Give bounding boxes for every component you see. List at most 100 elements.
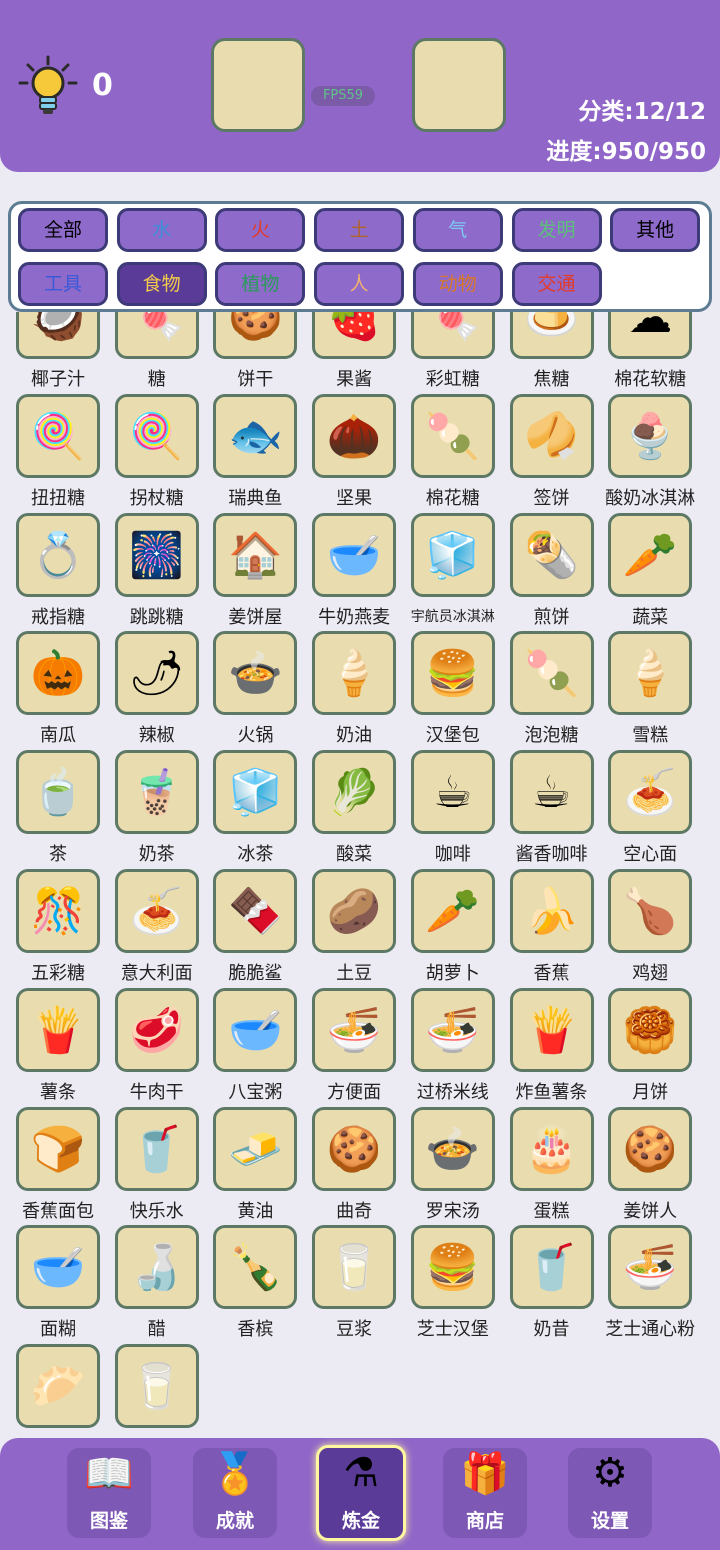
element-item[interactable]: 🍪 饼干 [212, 312, 311, 393]
element-item[interactable]: 🍾 香槟 [212, 1225, 311, 1343]
element-item[interactable]: 🥟饺子 [15, 1344, 114, 1434]
combine-slot-left[interactable] [211, 38, 305, 132]
element-item[interactable]: ☕ 酱香咖啡 [509, 750, 608, 868]
filter-chip-4[interactable]: 气 [412, 208, 503, 252]
element-item[interactable]: 🍞 香蕉面包 [15, 1106, 114, 1225]
element-item[interactable]: 🍜 芝士通心粉 [605, 1225, 706, 1343]
element-label: 豆浆 [336, 1319, 373, 1341]
element-item[interactable]: ☕ 咖啡 [410, 750, 509, 868]
element-item[interactable]: 🍡 棉花糖 [410, 393, 509, 512]
filter-chip-11[interactable]: 动物 [412, 262, 503, 306]
filter-chip-7[interactable]: 工具 [18, 262, 108, 306]
element-item[interactable]: 🍭 扭扭糖 [15, 393, 114, 512]
element-item[interactable]: 🍟 薯条 [15, 987, 114, 1106]
element-item[interactable]: 🍟 炸鱼薯条 [509, 987, 608, 1106]
element-item[interactable]: 🎃 南瓜 [15, 631, 114, 749]
nav-button-book[interactable]: 📖 图鉴 [67, 1448, 151, 1538]
element-item[interactable]: 🍜 过桥米线 [410, 987, 509, 1106]
element-item[interactable]: 🥮 月饼 [607, 987, 706, 1106]
swedish-fish-icon: 🐟 [213, 393, 298, 478]
filter-chip-12[interactable]: 交通 [511, 262, 602, 306]
element-item[interactable]: 🍗 鸡翅 [607, 869, 706, 987]
filter-chip-8[interactable]: 食物 [116, 262, 207, 306]
element-item[interactable]: 🍵 茶 [15, 750, 114, 868]
element-item[interactable]: 🍮 焦糖 [509, 312, 608, 393]
dumplings-icon: 🥟 [16, 1344, 100, 1429]
filter-chip-2[interactable]: 火 [215, 208, 306, 252]
bottom-nav: 📖 图鉴 🏅 成就 ⚗ 炼金 🎁 商店 ⚙ 设置 [0, 1438, 720, 1550]
element-item[interactable]: 🧈 黄油 [212, 1106, 311, 1225]
element-item[interactable]: 🍭 拐杖糖 [114, 393, 213, 512]
element-item[interactable]: 🥤 快乐水 [114, 1106, 213, 1225]
filter-chip-6[interactable]: 其他 [610, 208, 701, 252]
element-item[interactable]: 🍪 曲奇 [311, 1106, 410, 1225]
element-label: 汉堡包 [425, 725, 480, 747]
element-item[interactable]: 🍫 脆脆鲨 [212, 869, 311, 987]
nav-button-medal[interactable]: 🏅 成就 [193, 1448, 277, 1538]
element-item[interactable]: 🍶 醋 [114, 1225, 213, 1343]
element-item[interactable]: 🍜 方便面 [311, 987, 410, 1106]
element-item[interactable]: 🥥 椰子汁 [15, 312, 114, 393]
element-item[interactable]: 🧊 冰茶 [212, 750, 311, 868]
combine-slot-right[interactable] [412, 38, 506, 132]
element-label: 焦糖 [533, 369, 570, 390]
element-item[interactable]: 🥣 八宝粥 [212, 987, 311, 1106]
element-item[interactable]: 🥤 奶昔 [509, 1225, 608, 1343]
element-item[interactable]: 🍪 姜饼人 [607, 1106, 706, 1225]
element-item[interactable]: 🍡 泡泡糖 [509, 631, 608, 749]
element-item[interactable]: 🍦 奶油 [311, 631, 410, 749]
element-item[interactable]: 🥕 蔬菜 [607, 512, 706, 631]
vinegar-bottle-icon: 🍶 [114, 1225, 199, 1310]
element-item[interactable]: 🎂 蛋糕 [509, 1106, 608, 1225]
element-item[interactable]: 🍔 汉堡包 [410, 631, 509, 749]
element-item[interactable]: 🍝 空心面 [607, 750, 706, 868]
element-item[interactable]: 🍝 意大利面 [114, 869, 213, 987]
element-item[interactable]: 🥕 胡萝卜 [410, 869, 509, 987]
element-item[interactable]: 🍓 果酱 [311, 312, 410, 393]
element-item[interactable]: 🥔 土豆 [311, 869, 410, 987]
element-item[interactable]: 🍬 彩虹糖 [410, 312, 509, 393]
element-item[interactable]: 🧊 宇航员冰淇淋 [410, 512, 509, 631]
filter-chip-1[interactable]: 水 [116, 208, 207, 252]
element-item[interactable]: 🥩 牛肉干 [114, 987, 213, 1106]
element-item[interactable]: 🐟 瑞典鱼 [212, 393, 311, 512]
element-label: 香槟 [237, 1319, 274, 1341]
filter-chip-10[interactable]: 人 [314, 262, 405, 306]
element-item[interactable]: ☁ 棉花软糖 [607, 312, 706, 393]
element-item[interactable]: 🎊 五彩糖 [15, 869, 114, 987]
batter-bowl-icon: 🥣 [16, 1225, 100, 1310]
element-item[interactable]: 🍌 香蕉 [509, 869, 608, 987]
element-item[interactable]: 🏠 姜饼屋 [212, 512, 311, 631]
element-item[interactable]: 🍦 雪糕 [607, 631, 706, 749]
nav-button-gift[interactable]: 🎁 商店 [443, 1448, 527, 1538]
twist-candy-icon: 🍭 [16, 393, 100, 478]
element-item[interactable]: 🌰 坚果 [311, 393, 410, 512]
element-label: 芝士通心粉 [605, 1319, 696, 1341]
element-item[interactable]: 🥣 牛奶燕麦 [311, 512, 410, 631]
frozen-yogurt-icon: 🍨 [608, 393, 693, 478]
filter-chip-3[interactable]: 土 [314, 208, 405, 252]
element-item[interactable]: 🥛 豆浆 [311, 1225, 410, 1343]
nav-button-flask[interactable]: ⚗ 炼金 [316, 1445, 406, 1541]
element-item[interactable]: 🍲 罗宋汤 [410, 1106, 509, 1225]
element-item[interactable]: 🍬 糖 [114, 312, 213, 393]
element-item[interactable]: 🥣 面糊 [15, 1225, 114, 1343]
element-item[interactable]: 🧋 奶茶 [114, 750, 213, 868]
filter-chip-5[interactable]: 发明 [511, 208, 602, 252]
element-item[interactable]: 🍔 芝士汉堡 [410, 1225, 509, 1343]
gear-icon: ⚙ [592, 1450, 628, 1496]
element-item[interactable]: 🎆 跳跳糖 [114, 512, 213, 631]
element-item[interactable]: 🍨 酸奶冰淇淋 [605, 393, 706, 512]
element-item[interactable]: 🍲 火锅 [212, 631, 311, 749]
element-item[interactable]: 🥠 签饼 [509, 393, 608, 512]
sprinkles-icon: 🎊 [16, 869, 100, 953]
nav-button-gear[interactable]: ⚙ 设置 [568, 1448, 652, 1538]
filter-chip-0[interactable]: 全部 [18, 208, 108, 252]
element-item[interactable]: 🌶 辣椒 [114, 631, 213, 749]
filter-chip-9[interactable]: 植物 [215, 262, 306, 306]
element-item[interactable]: 💍 戒指糖 [15, 512, 114, 631]
element-item[interactable]: 🥬 酸菜 [311, 750, 410, 868]
element-item[interactable]: 🌯 煎饼 [509, 512, 608, 631]
coffee-icon: ☕ [410, 750, 495, 835]
element-item[interactable]: 🥛豆奶 [114, 1344, 213, 1434]
